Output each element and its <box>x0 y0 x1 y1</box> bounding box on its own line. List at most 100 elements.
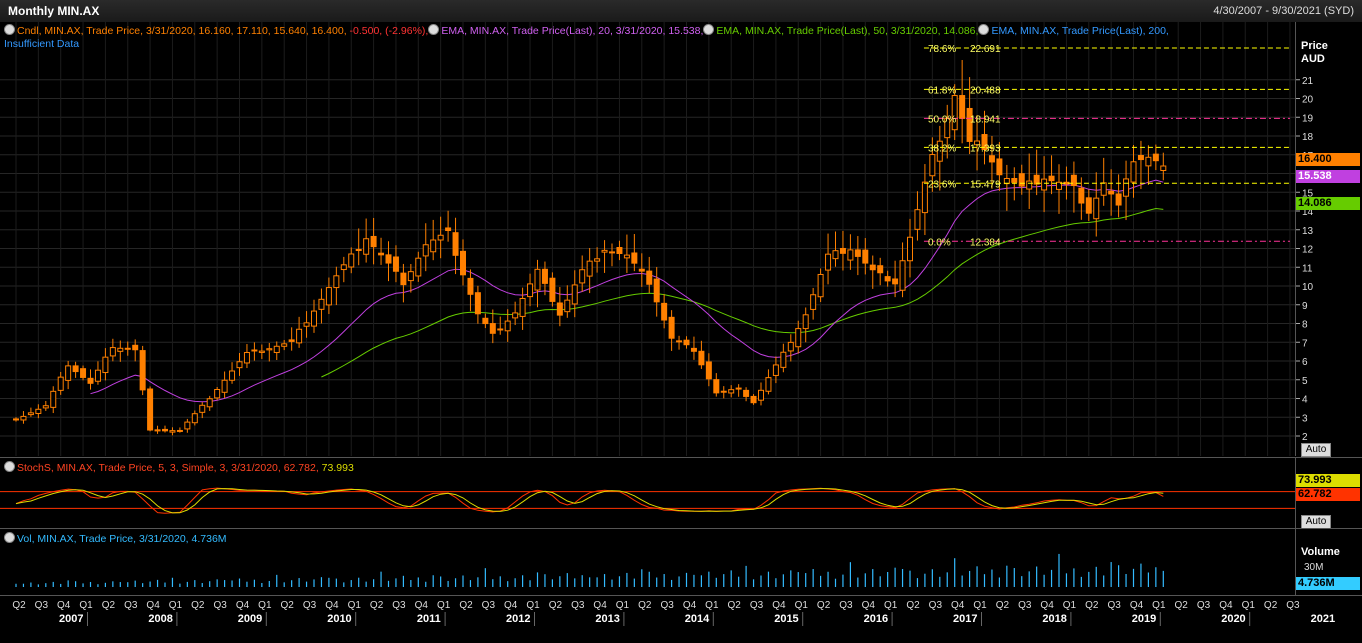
candle-body <box>661 302 668 321</box>
volume-bar <box>782 574 784 587</box>
legend-stoch[interactable]: StochS, MIN.AX, Trade Price, 5, 3, Simpl… <box>17 462 322 474</box>
volume-bar <box>417 577 419 587</box>
candle-body <box>668 316 675 339</box>
candle-body <box>862 249 869 264</box>
candle-body <box>631 252 638 264</box>
price-tick-label: 2 <box>1302 432 1308 443</box>
candle-body <box>594 258 601 262</box>
volume-bar <box>1125 573 1127 587</box>
candle-body <box>1100 182 1107 196</box>
volume-bar <box>67 580 69 587</box>
volume-bar <box>447 580 449 587</box>
volume-bar <box>767 571 770 587</box>
candle-body <box>497 328 504 331</box>
candle-body <box>1011 178 1018 183</box>
price-axis-ticks: 23456789101112131415161718192021 <box>1296 76 1314 443</box>
candle-body <box>646 270 653 285</box>
price-auto-button[interactable]: Auto <box>1301 443 1331 457</box>
stoch-settings-icon[interactable] <box>4 461 15 472</box>
volume-bar <box>1043 574 1045 587</box>
year-label: 2020 <box>1221 613 1245 625</box>
volume-bar <box>752 579 755 587</box>
volume-axis-title: Volume <box>1301 546 1340 558</box>
stoch-auto-button[interactable]: Auto <box>1301 515 1331 529</box>
candle-body <box>191 413 198 424</box>
window-title-bar: Monthly MIN.AX 4/30/2007 - 9/30/2021 (SY… <box>0 0 1362 23</box>
candle-body <box>452 232 459 256</box>
candle-body <box>1123 178 1130 197</box>
candle-body <box>802 314 809 330</box>
volume-bar <box>760 575 762 587</box>
candle-settings-icon[interactable] <box>4 24 15 35</box>
legend-ema50[interactable]: EMA, MIN.AX, Trade Price(Last), 50, 3/31… <box>716 25 978 37</box>
quarter-label: Q3 <box>839 600 853 611</box>
volume-pane[interactable]: Vol, MIN.AX, Trade Price, 3/31/2020, 4.7… <box>0 528 1295 595</box>
quarter-label: Q2 <box>1175 600 1189 611</box>
volume-bar <box>179 583 181 587</box>
volume-bar <box>916 578 919 587</box>
volume-bar <box>425 581 427 587</box>
legend-ema20[interactable]: EMA, MIN.AX, Trade Price(Last), 20, 3/31… <box>441 25 703 37</box>
time-axis[interactable]: Q2 Q3 Q4 Q1 Q2 Q3 Q4 Q1 Q2 Q3 Q4 Q1 Q2 Q3 Q4 Q1 Q2 Q3 Q4 Q1… <box>0 595 1362 643</box>
ema200-settings-icon[interactable] <box>978 24 990 35</box>
candle-body <box>243 352 250 364</box>
price-tick-label: 12 <box>1302 245 1314 256</box>
volume-bar <box>358 577 360 587</box>
quarter-label: Q2 <box>370 600 384 611</box>
volume-axis-tick: 30M <box>1304 562 1324 573</box>
candle-body <box>94 369 101 382</box>
price-tick-label: 11 <box>1302 263 1313 274</box>
quarter-label: Q1 <box>169 600 183 611</box>
ema20-tag: 15.538 <box>1296 170 1360 183</box>
price-chart[interactable]: 78.6% 22.69161.8% 20.48850.0% 18.94138.2% 17… <box>0 22 1295 456</box>
volume-bar <box>820 575 822 587</box>
candle-body <box>333 275 340 289</box>
fib-value-label: 20.488 <box>970 85 1001 96</box>
ema20-settings-icon[interactable] <box>428 24 440 35</box>
volume-bar <box>276 574 278 587</box>
volume-bar <box>514 578 516 587</box>
stoch-pane[interactable]: StochS, MIN.AX, Trade Price, 5, 3, Simpl… <box>0 457 1295 528</box>
quarter-label: Q4 <box>146 600 160 611</box>
volume-bar <box>209 581 211 587</box>
volume-bar <box>1147 572 1149 587</box>
fib-percent-label: 38.2% <box>928 143 956 154</box>
volume-bar <box>164 582 166 587</box>
volume-bar <box>954 558 956 587</box>
legend-ema200[interactable]: EMA, MIN.AX, Trade Price(Last), 200, <box>991 25 1168 37</box>
quarter-label: Q3 <box>213 600 227 611</box>
quarter-label: Q4 <box>683 600 697 611</box>
volume-bar <box>581 575 583 587</box>
year-label: 2021 <box>1311 613 1335 625</box>
candle-body <box>795 328 802 348</box>
candle-body <box>392 256 399 272</box>
legend-volume[interactable]: Vol, MIN.AX, Trade Price, 3/31/2020, 4.7… <box>17 533 227 545</box>
candle-body <box>258 350 265 353</box>
candle-body <box>27 412 34 416</box>
volume-bar <box>156 579 159 587</box>
volume-settings-icon[interactable] <box>4 532 15 543</box>
volume-bar <box>894 567 896 587</box>
volume-bar <box>834 578 837 587</box>
quarter-label: Q1 <box>258 600 272 611</box>
volume-bar <box>231 580 233 587</box>
candle-body <box>184 421 191 430</box>
volume-bar <box>693 574 695 587</box>
candle-body <box>162 428 168 432</box>
candle-body <box>474 292 481 315</box>
volume-bar <box>1118 565 1120 587</box>
fib-value-label: 17.393 <box>970 143 1001 154</box>
candle-body <box>758 389 764 401</box>
candle-body <box>340 264 347 271</box>
volume-bar <box>224 580 226 587</box>
volume-bar <box>1088 571 1090 587</box>
legend-candle[interactable]: Cndl, MIN.AX, Trade Price, 3/31/2020, 16… <box>17 25 350 37</box>
quarter-label: Q1 <box>795 600 809 611</box>
candle-body <box>266 348 273 351</box>
volume-bar <box>708 571 710 587</box>
price-pane[interactable]: 78.6% 22.691 61.8% 20.488 50.0% 18.941 38.2% 17… <box>0 22 1295 456</box>
time-axis-labels: Q2 Q3 Q4 Q1 Q2 Q3 Q4 Q1 Q2 Q3 Q4 Q1 Q2 Q3 Q4 Q1 Q2 Q3 Q4 Q1… <box>12 600 1335 626</box>
ema50-settings-icon[interactable] <box>703 24 715 35</box>
price-axis[interactable]: 23456789101112131415161718192021 Price A… <box>1295 22 1362 456</box>
candle-body <box>370 235 377 248</box>
